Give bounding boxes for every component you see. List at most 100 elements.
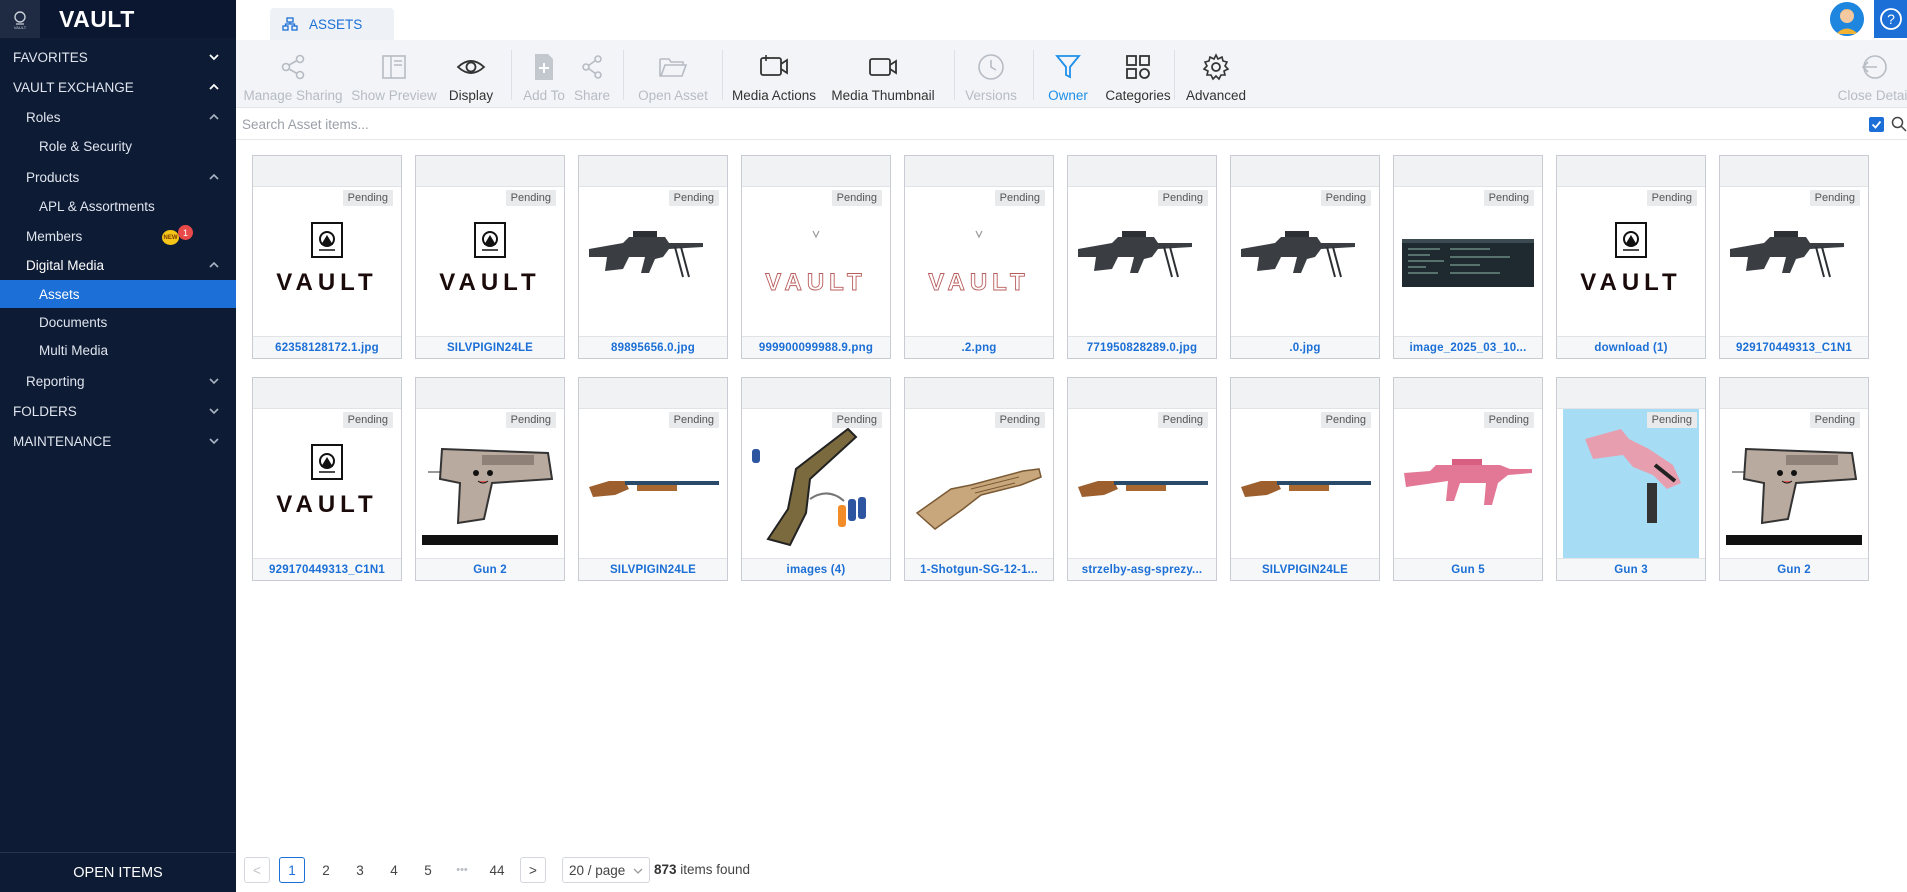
- asset-card[interactable]: Pending VAULT SILVPIGIN24LE: [415, 155, 565, 359]
- sidebar: VAULT VAULT FAVORITES VAULT EXCHANGE Rol…: [0, 0, 236, 892]
- svg-text:VAULT: VAULT: [1580, 269, 1681, 296]
- tool-label: Share: [573, 88, 611, 103]
- asset-name[interactable]: SILVPIGIN24LE: [416, 336, 564, 358]
- asset-name[interactable]: 1-Shotgun-SG-12-1...: [905, 558, 1053, 580]
- next-page-button[interactable]: >: [520, 857, 546, 883]
- asset-card[interactable]: Pending Gun 5: [1393, 377, 1543, 581]
- asset-name[interactable]: image_2025_03_10...: [1394, 336, 1542, 358]
- asset-card-header: [1231, 378, 1379, 409]
- asset-name[interactable]: Gun 2: [416, 558, 564, 580]
- asset-name[interactable]: download (1): [1557, 336, 1705, 358]
- sidebar-item-role-security[interactable]: Role & Security: [0, 132, 236, 160]
- sidebar-label: Assets: [39, 286, 80, 302]
- asset-name[interactable]: 89895656.0.jpg: [579, 336, 727, 358]
- sidebar-section-vault-exchange[interactable]: VAULT EXCHANGE: [0, 73, 236, 101]
- show-preview-button[interactable]: Show Preview: [351, 40, 437, 108]
- asset-card[interactable]: Pending VAULT 62358128172.1.jpg: [252, 155, 402, 359]
- sidebar-item-multi-media[interactable]: Multi Media: [0, 336, 236, 364]
- display-button[interactable]: Display: [442, 40, 500, 108]
- page-button[interactable]: 2: [313, 857, 339, 883]
- page-button[interactable]: 44: [483, 857, 511, 883]
- asset-card[interactable]: Pending 1-Shotgun-SG-12-1...: [904, 377, 1054, 581]
- asset-name[interactable]: 62358128172.1.jpg: [253, 336, 401, 358]
- sidebar-item-roles[interactable]: Roles: [0, 103, 236, 131]
- open-items-button[interactable]: OPEN ITEMS: [0, 852, 236, 892]
- tool-label: Versions: [965, 88, 1017, 103]
- media-actions-button[interactable]: Media Actions: [730, 40, 818, 108]
- asset-card[interactable]: Pending VAULT 999900099988.9.png: [741, 155, 891, 359]
- page-button[interactable]: 5: [415, 857, 441, 883]
- asset-card[interactable]: Pending Gun 2: [415, 377, 565, 581]
- asset-card[interactable]: Pending image_2025_03_10...: [1393, 155, 1543, 359]
- open-asset-button[interactable]: Open Asset: [628, 40, 718, 108]
- asset-card[interactable]: Pending strzelby-asg-sprezy...: [1067, 377, 1217, 581]
- asset-name[interactable]: Gun 5: [1394, 558, 1542, 580]
- vault-logo-icon[interactable]: VAULT: [0, 0, 40, 38]
- items-found-text: 873 items found: [654, 862, 750, 877]
- sidebar-section-maintenance[interactable]: MAINTENANCE: [0, 427, 236, 455]
- search-icon[interactable]: [1891, 116, 1907, 137]
- sidebar-section-favorites[interactable]: FAVORITES: [0, 43, 236, 71]
- asset-name[interactable]: 999900099988.9.png: [742, 336, 890, 358]
- sidebar-item-assets[interactable]: Assets: [0, 280, 236, 308]
- asset-card[interactable]: Pending SILVPIGIN24LE: [578, 377, 728, 581]
- add-to-button[interactable]: Add To: [516, 40, 572, 108]
- tool-label: Add To: [523, 88, 565, 103]
- owner-filter-button[interactable]: Owner: [1038, 40, 1098, 108]
- help-button[interactable]: ?: [1874, 0, 1907, 38]
- sidebar-item-reporting[interactable]: Reporting: [0, 367, 236, 395]
- chevron-down-icon: [633, 868, 643, 874]
- asset-card[interactable]: Pending 929170449313_C1N1: [1719, 155, 1869, 359]
- sidebar-item-products[interactable]: Products: [0, 163, 236, 191]
- page-button[interactable]: 3: [347, 857, 373, 883]
- asset-name[interactable]: SILVPIGIN24LE: [1231, 558, 1379, 580]
- cartoon-gun-thumbnail: [422, 409, 558, 559]
- asset-name[interactable]: SILVPIGIN24LE: [579, 558, 727, 580]
- asset-name[interactable]: 771950828289.0.jpg: [1068, 336, 1216, 358]
- search-option-checkbox[interactable]: [1869, 117, 1884, 132]
- asset-name[interactable]: Gun 3: [1557, 558, 1705, 580]
- more-pages-ellipsis[interactable]: •••: [449, 857, 475, 883]
- asset-card[interactable]: Pending 771950828289.0.jpg: [1067, 155, 1217, 359]
- media-thumbnail-button[interactable]: Media Thumbnail: [828, 40, 938, 108]
- asset-name[interactable]: images (4): [742, 558, 890, 580]
- previous-page-button[interactable]: <: [244, 857, 270, 883]
- sidebar-section-folders[interactable]: FOLDERS: [0, 397, 236, 425]
- asset-card-header: [579, 378, 727, 409]
- asset-name[interactable]: strzelby-asg-sprezy...: [1068, 558, 1216, 580]
- search-input[interactable]: [242, 112, 1862, 136]
- sidebar-item-members[interactable]: Members NEW 1: [0, 222, 236, 250]
- close-detail-button[interactable]: Close Detail: [1834, 40, 1907, 108]
- categories-button[interactable]: Categories: [1098, 40, 1178, 108]
- page-size-select[interactable]: 20 / page: [562, 857, 650, 883]
- asset-card[interactable]: Pending images (4): [741, 377, 891, 581]
- asset-name[interactable]: 929170449313_C1N1: [253, 558, 401, 580]
- sidebar-item-digital-media[interactable]: Digital Media: [0, 251, 236, 279]
- asset-card[interactable]: Pending VAULT download (1): [1556, 155, 1706, 359]
- user-avatar[interactable]: [1830, 2, 1864, 36]
- sidebar-item-apl-assortments[interactable]: APL & Assortments: [0, 192, 236, 220]
- asset-name[interactable]: 929170449313_C1N1: [1720, 336, 1868, 358]
- nerf-thumbnail: [748, 409, 884, 559]
- asset-card[interactable]: Pending VAULT .2.png: [904, 155, 1054, 359]
- sidebar-item-documents[interactable]: Documents: [0, 308, 236, 336]
- asset-name[interactable]: .0.jpg: [1231, 336, 1379, 358]
- asset-card-header: [742, 378, 890, 409]
- sidebar-label: VAULT EXCHANGE: [13, 79, 134, 95]
- page-button[interactable]: 1: [279, 857, 305, 883]
- tab-assets[interactable]: ASSETS: [270, 8, 394, 40]
- sidebar-label: MAINTENANCE: [13, 433, 112, 449]
- asset-card[interactable]: Pending SILVPIGIN24LE: [1230, 377, 1380, 581]
- asset-card[interactable]: Pending .0.jpg: [1230, 155, 1380, 359]
- asset-name[interactable]: Gun 2: [1720, 558, 1868, 580]
- asset-card[interactable]: Pending VAULT 929170449313_C1N1: [252, 377, 402, 581]
- asset-card[interactable]: Pending Gun 2: [1719, 377, 1869, 581]
- share-button[interactable]: Share: [572, 40, 612, 108]
- page-button[interactable]: 4: [381, 857, 407, 883]
- asset-card[interactable]: Pending 89895656.0.jpg: [578, 155, 728, 359]
- asset-card[interactable]: Pending Gun 3: [1556, 377, 1706, 581]
- versions-button[interactable]: Versions: [958, 40, 1024, 108]
- manage-sharing-button[interactable]: Manage Sharing: [243, 40, 343, 108]
- asset-name[interactable]: .2.png: [905, 336, 1053, 358]
- advanced-button[interactable]: Advanced: [1181, 40, 1251, 108]
